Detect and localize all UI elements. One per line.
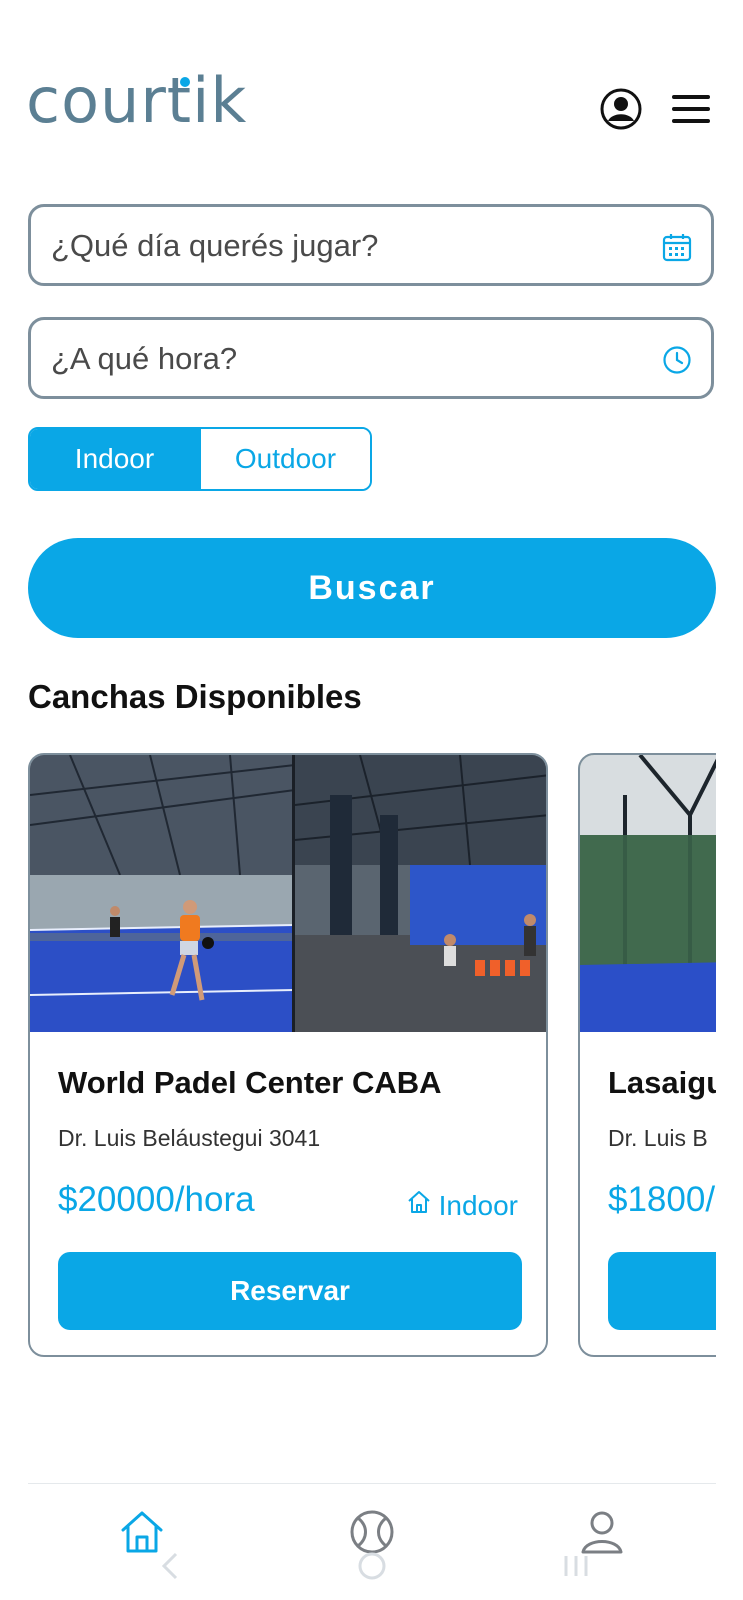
bottom-nav-divider	[28, 1483, 716, 1484]
toggle-outdoor[interactable]: Outdoor	[199, 429, 370, 489]
logo-pin-dot	[180, 77, 190, 87]
court-name: World Padel Center CABA	[58, 1065, 442, 1100]
court-address: Dr. Luis B	[608, 1125, 708, 1151]
court-photo	[580, 755, 716, 1032]
court-card[interactable]: World Padel Center CABA Dr. Luis Beláust…	[28, 753, 548, 1357]
date-field[interactable]: ¿Qué día querés jugar?	[28, 204, 714, 286]
court-type: Indoor	[405, 1188, 518, 1223]
system-recents-icon[interactable]	[556, 1548, 596, 1584]
court-price: $20000/hora	[58, 1180, 255, 1219]
clock-icon[interactable]	[661, 344, 693, 376]
calendar-icon[interactable]	[661, 231, 693, 263]
toggle-indoor[interactable]: Indoor	[30, 429, 199, 489]
hamburger-menu-icon[interactable]	[672, 94, 710, 124]
app-logo: courtik	[26, 64, 248, 137]
court-photo	[30, 755, 546, 1032]
section-title: Canchas Disponibles	[28, 678, 362, 715]
reserve-button[interactable]: Reservar	[58, 1252, 522, 1330]
courts-carousel[interactable]: World Padel Center CABA Dr. Luis Beláust…	[28, 753, 716, 1358]
system-back-icon[interactable]	[150, 1548, 190, 1584]
time-field[interactable]: ¿A qué hora?	[28, 317, 714, 399]
court-address: Dr. Luis Beláustegui 3041	[58, 1125, 321, 1151]
date-field-placeholder: ¿Qué día querés jugar?	[51, 228, 379, 263]
time-field-placeholder: ¿A qué hora?	[51, 341, 238, 376]
system-home-icon[interactable]	[352, 1548, 392, 1584]
court-price: $1800/	[608, 1180, 716, 1219]
court-card[interactable]: Lasaigu Dr. Luis B $1800/	[578, 753, 716, 1357]
court-type-label: Indoor	[438, 1189, 518, 1221]
court-name: Lasaigu	[608, 1065, 716, 1100]
search-button[interactable]: Buscar	[28, 538, 716, 638]
reserve-button[interactable]	[608, 1252, 716, 1330]
house-icon	[405, 1188, 433, 1223]
court-type-toggle: Indoor Outdoor	[28, 427, 372, 491]
account-icon[interactable]	[600, 88, 642, 130]
